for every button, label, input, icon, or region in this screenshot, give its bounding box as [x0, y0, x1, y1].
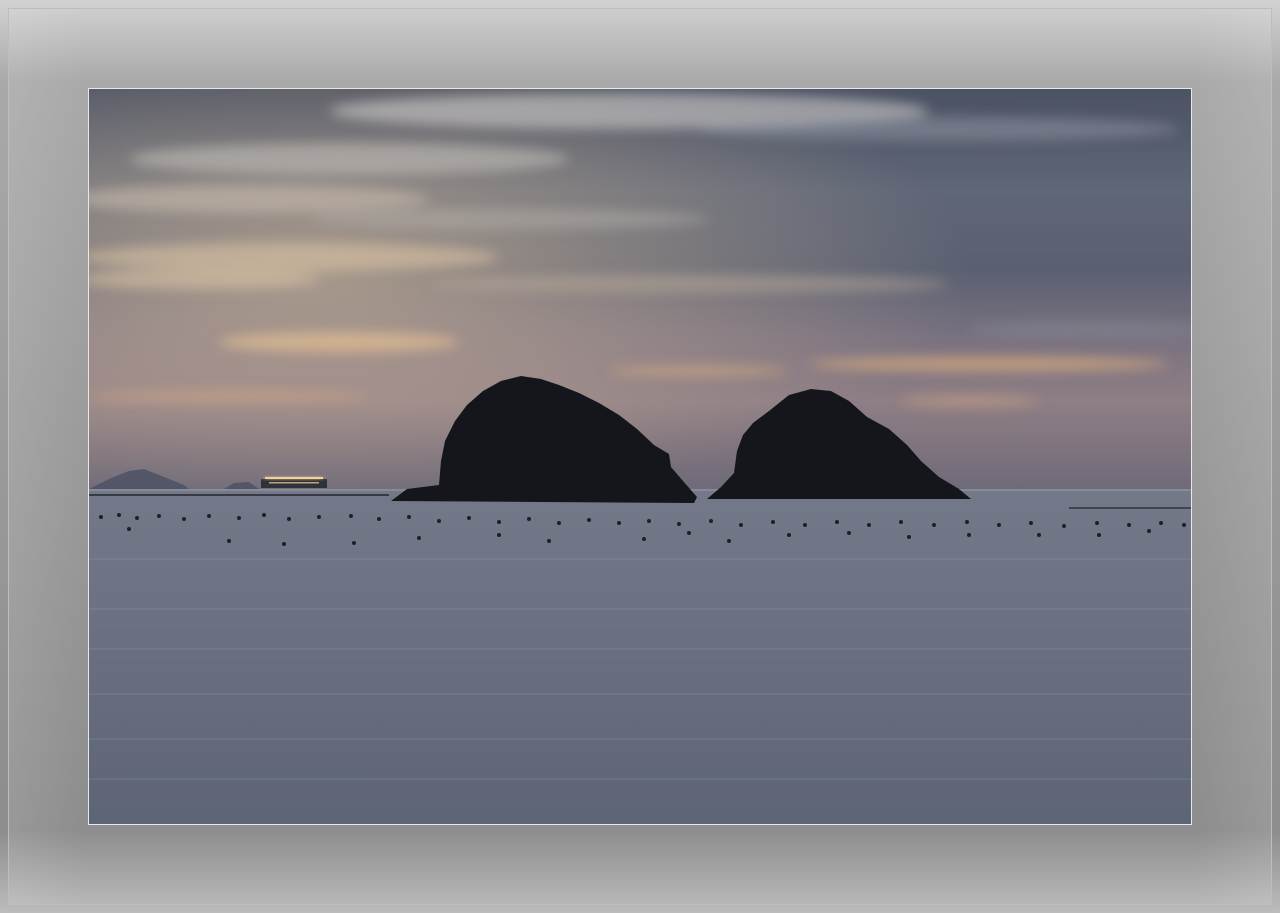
- sea: [89, 489, 1191, 824]
- seascape-image: [89, 89, 1191, 824]
- ship-with-lights: [261, 476, 327, 488]
- photo: [88, 88, 1192, 825]
- picture-frame: [0, 0, 1280, 913]
